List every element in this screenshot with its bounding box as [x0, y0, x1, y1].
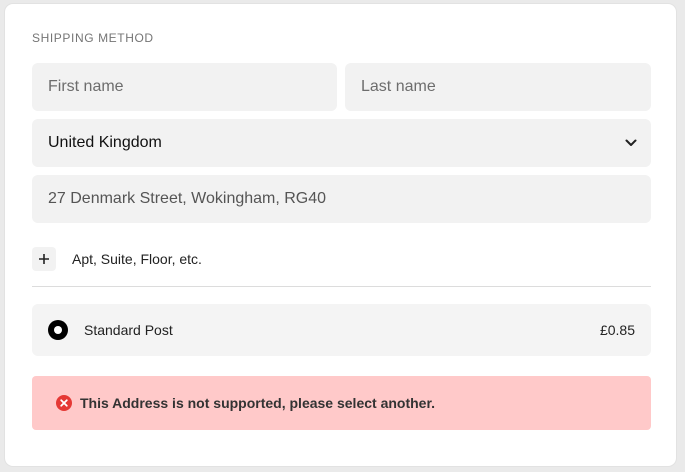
shipping-option-standard-post[interactable]: Standard Post £0.85: [32, 304, 651, 356]
first-name-field[interactable]: [32, 63, 337, 111]
divider: [32, 286, 651, 287]
add-apt-row[interactable]: Apt, Suite, Floor, etc.: [32, 247, 202, 271]
error-alert: This Address is not supported, please se…: [32, 376, 651, 430]
country-select[interactable]: United Kingdom: [32, 119, 651, 167]
address-input[interactable]: [48, 190, 651, 208]
country-select-value: United Kingdom: [48, 134, 162, 151]
address-field[interactable]: [32, 175, 651, 223]
section-title: SHIPPING METHOD: [32, 31, 154, 45]
last-name-field[interactable]: [345, 63, 651, 111]
error-x-icon: [56, 395, 72, 411]
shipping-card: SHIPPING METHOD United Kingdom Apt, Suit…: [5, 4, 676, 466]
apt-label[interactable]: Apt, Suite, Floor, etc.: [72, 251, 202, 267]
shipping-option-price: £0.85: [599, 322, 635, 338]
radio-selected-icon[interactable]: [48, 320, 68, 340]
first-name-input[interactable]: [48, 78, 337, 96]
shipping-option-name: Standard Post: [84, 322, 173, 338]
chevron-down-icon: [625, 137, 637, 149]
last-name-input[interactable]: [361, 78, 651, 96]
error-message: This Address is not supported, please se…: [80, 395, 436, 411]
plus-icon[interactable]: [32, 247, 56, 271]
